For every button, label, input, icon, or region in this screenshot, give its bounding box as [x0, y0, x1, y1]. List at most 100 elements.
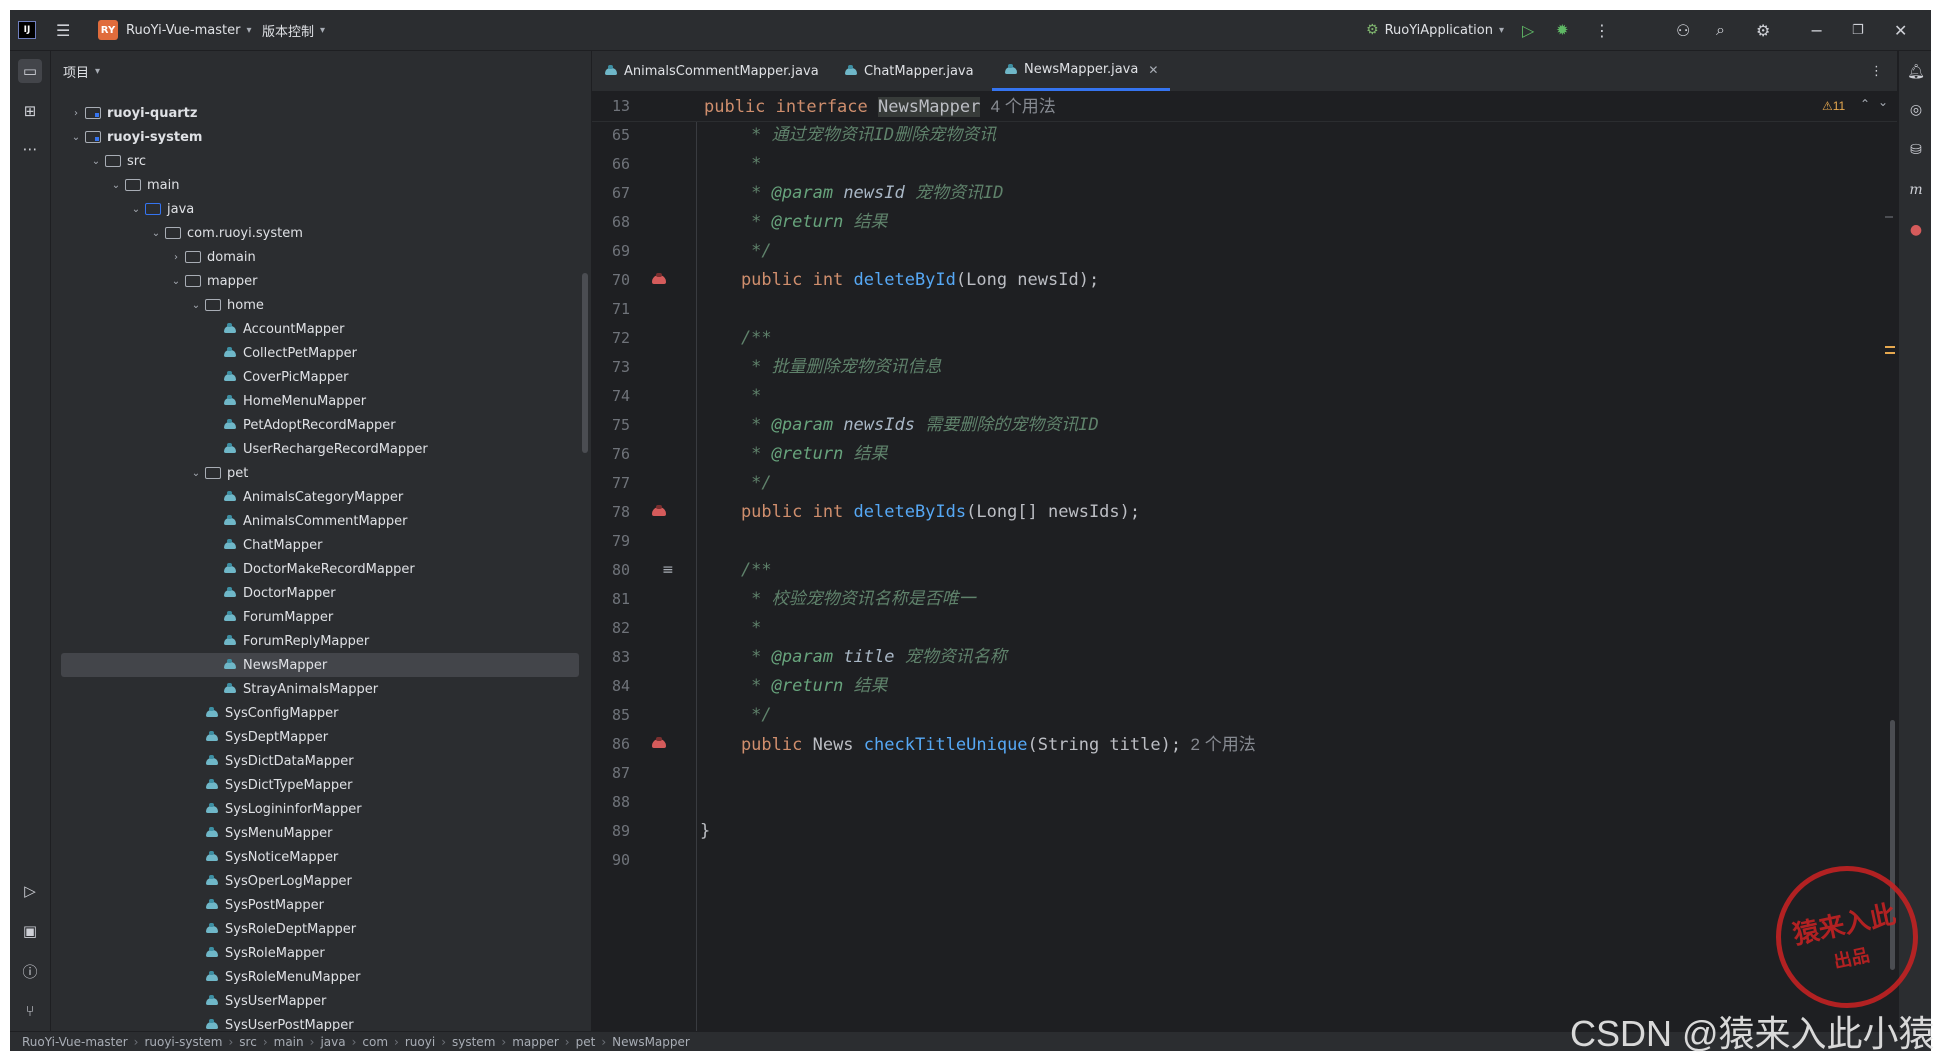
- breadcrumb-item[interactable]: java: [320, 1035, 345, 1049]
- tabs-more-icon[interactable]: ⋮: [1858, 51, 1895, 91]
- breadcrumb-item[interactable]: src: [239, 1035, 257, 1049]
- services-icon[interactable]: ▷: [18, 879, 42, 903]
- project-switcher[interactable]: RY RuoYi-Vue-master ▾: [98, 10, 251, 50]
- mybatis-mapping-icon[interactable]: [650, 273, 670, 287]
- code-line: * 批量删除宠物资讯信息: [700, 353, 941, 382]
- more-horizontal-icon[interactable]: ⋯: [18, 137, 42, 161]
- ide-logo[interactable]: IJ: [18, 10, 36, 50]
- line-number: 83: [611, 648, 630, 666]
- mapper-interface-icon: [223, 443, 237, 455]
- restore-icon[interactable]: ❐: [1852, 10, 1864, 50]
- mybatis-icon[interactable]: ●: [1905, 219, 1927, 241]
- warnings-indicator[interactable]: ⚠11: [1822, 99, 1845, 113]
- code-line: /**: [700, 324, 772, 353]
- tree-node[interactable]: ⌄ main: [109, 173, 637, 197]
- notifications-icon[interactable]: 🔔︎: [1905, 61, 1927, 83]
- tab-chat-mapper[interactable]: ChatMapper.java: [832, 51, 986, 91]
- code-editor[interactable]: 65 * 通过宠物资讯ID删除宠物资讯 66 * 67 * @param new…: [592, 92, 1897, 1031]
- code-line: */: [700, 469, 771, 498]
- warning-marker[interactable]: [1885, 352, 1895, 354]
- minimize-icon[interactable]: −: [1810, 10, 1823, 50]
- tree-node-label: SysDeptMapper: [225, 729, 329, 745]
- render-doc-icon[interactable]: ≡: [662, 562, 674, 578]
- package-icon: [205, 467, 221, 479]
- comment-text: 校验宠物资讯名称是否唯一: [771, 589, 976, 609]
- problems-icon[interactable]: ⓘ: [18, 959, 42, 983]
- tab-news-mapper[interactable]: NewsMapper.java ✕: [992, 51, 1171, 91]
- breadcrumb-item[interactable]: pet: [576, 1035, 596, 1049]
- mapper-interface-icon: [223, 659, 237, 671]
- line-number: 79: [611, 532, 630, 550]
- warning-marker[interactable]: [1885, 346, 1895, 348]
- chevron-up-icon[interactable]: ⌃: [1860, 97, 1870, 111]
- chevron-down-icon: ⌄: [191, 467, 201, 479]
- javadoc-param: newsIds: [833, 415, 926, 435]
- tree-node-label: ruoyi-system: [107, 129, 203, 145]
- run-config-selector[interactable]: ⚙ RuoYiApplication ▾: [1366, 10, 1504, 50]
- mapper-interface-icon: [223, 563, 237, 575]
- tree-node-label: SysPostMapper: [225, 897, 324, 913]
- mybatis-mapping-icon[interactable]: [650, 737, 670, 751]
- breadcrumb-separator: ›: [309, 1035, 315, 1049]
- javadoc-tag: @return: [771, 676, 844, 696]
- vcs-menu[interactable]: 版本控制 ▾: [262, 10, 325, 50]
- tree-node[interactable]: ⌄ ruoyi-system: [69, 125, 597, 149]
- line-number: 70: [611, 271, 630, 289]
- structure-icon[interactable]: ⊞: [18, 99, 42, 123]
- run-icon[interactable]: ▷: [1522, 10, 1534, 50]
- breadcrumb-item[interactable]: ruoyi-system: [144, 1035, 222, 1049]
- tree-node[interactable]: ⌄ src: [89, 149, 617, 173]
- breadcrumb-item[interactable]: mapper: [512, 1035, 559, 1049]
- tab-animals-comment-mapper[interactable]: AnimalsCommentMapper.java: [592, 51, 831, 91]
- project-folder-icon[interactable]: ▭: [18, 59, 42, 83]
- tree-node[interactable]: ⌄ java: [129, 197, 657, 221]
- code-line: * 校验宠物资讯名称是否唯一: [700, 585, 976, 614]
- chevron-down-icon: ⌄: [151, 227, 161, 239]
- usages-hint[interactable]: 2 个用法: [1181, 735, 1256, 754]
- tree-node-selected[interactable]: NewsMapper: [61, 653, 579, 677]
- breadcrumb-item[interactable]: main: [274, 1035, 304, 1049]
- breadcrumb-item[interactable]: NewsMapper: [612, 1035, 690, 1049]
- settings-icon[interactable]: ⚙: [1756, 10, 1770, 50]
- more-vertical-icon[interactable]: ⋮: [1594, 10, 1610, 50]
- comment-text: *: [700, 618, 762, 638]
- account-icon[interactable]: ⚇: [1676, 10, 1690, 50]
- code-line: * @return 结果: [700, 208, 887, 237]
- main-menu-icon[interactable]: ☰: [56, 10, 70, 50]
- search-icon[interactable]: ⌕: [1716, 10, 1725, 50]
- ai-assistant-icon[interactable]: ◎: [1905, 99, 1927, 121]
- debug-icon[interactable]: ✹: [1556, 10, 1569, 50]
- run-config-name: RuoYiApplication: [1384, 22, 1493, 38]
- usages-hint[interactable]: 4 个用法: [991, 97, 1056, 116]
- close-tab-icon[interactable]: ✕: [1148, 63, 1158, 77]
- breadcrumb-item[interactable]: com: [362, 1035, 388, 1049]
- mapper-interface-icon: [223, 587, 237, 599]
- javadoc-param: title: [833, 647, 905, 667]
- java-interface-icon: [844, 65, 858, 77]
- javadoc-tag: @return: [771, 212, 844, 232]
- breadcrumb-item[interactable]: ruoyi: [405, 1035, 435, 1049]
- breadcrumb-item[interactable]: RuoYi-Vue-master: [22, 1035, 128, 1049]
- sticky-header[interactable]: 13 public interface NewsMapper 4 个用法 ⚠11…: [592, 92, 1897, 122]
- git-icon[interactable]: ⑂: [18, 999, 42, 1023]
- tree-scrollbar[interactable]: [582, 273, 588, 453]
- tree-node[interactable]: › ruoyi-quartz: [69, 101, 597, 125]
- mapper-interface-icon: [223, 683, 237, 695]
- project-panel-header[interactable]: 项目 ▾: [51, 51, 591, 91]
- breadcrumb-separator: ›: [501, 1035, 507, 1049]
- javadoc-tag: @return: [771, 444, 844, 464]
- code-line: * @param title 宠物资讯名称: [700, 643, 1007, 672]
- maven-icon[interactable]: m: [1905, 179, 1927, 201]
- close-icon[interactable]: ✕: [1894, 10, 1907, 50]
- chevron-down-icon[interactable]: ⌄: [1878, 95, 1888, 109]
- line-number: 68: [611, 213, 630, 231]
- terminal-icon[interactable]: ▣: [18, 919, 42, 943]
- comment-text: /**: [700, 328, 772, 348]
- tree-node-label: SysDictDataMapper: [225, 753, 354, 769]
- code-line: }: [700, 817, 710, 846]
- breadcrumb-item[interactable]: system: [452, 1035, 495, 1049]
- breadcrumb-separator: ›: [262, 1035, 268, 1049]
- tree-node-label: ruoyi-quartz: [107, 105, 198, 121]
- mybatis-mapping-icon[interactable]: [650, 505, 670, 519]
- database-icon[interactable]: ⛁: [1905, 139, 1927, 161]
